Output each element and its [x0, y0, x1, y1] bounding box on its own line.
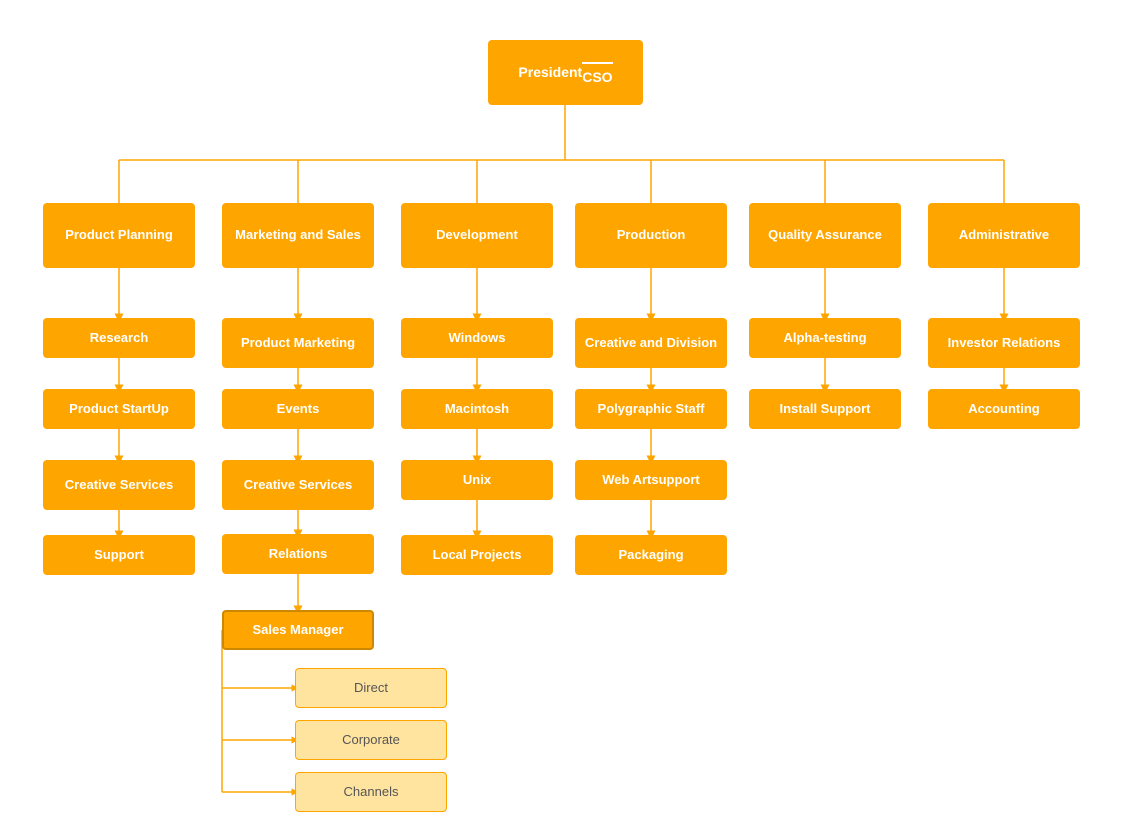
- creative-services-2-node: Creative Services: [222, 460, 374, 510]
- development-node: Development: [401, 203, 553, 268]
- support-node: Support: [43, 535, 195, 575]
- macintosh-node: Macintosh: [401, 389, 553, 429]
- channels-node: Channels: [295, 772, 447, 812]
- creative-services-1-node: Creative Services: [43, 460, 195, 510]
- president-node: PresidentCSO: [488, 40, 643, 105]
- creative-division-node: Creative and Division: [575, 318, 727, 368]
- product-planning-node: Product Planning: [43, 203, 195, 268]
- local-projects-node: Local Projects: [401, 535, 553, 575]
- product-marketing-node: Product Marketing: [222, 318, 374, 368]
- windows-node: Windows: [401, 318, 553, 358]
- packaging-node: Packaging: [575, 535, 727, 575]
- org-chart: PresidentCSO Product Planning Marketing …: [0, 0, 1122, 826]
- quality-assurance-node: Quality Assurance: [749, 203, 901, 268]
- sales-manager-node: Sales Manager: [222, 610, 374, 650]
- product-startup-node: Product StartUp: [43, 389, 195, 429]
- unix-node: Unix: [401, 460, 553, 500]
- alpha-testing-node: Alpha-testing: [749, 318, 901, 358]
- install-support-node: Install Support: [749, 389, 901, 429]
- polygraphic-staff-node: Polygraphic Staff: [575, 389, 727, 429]
- corporate-node: Corporate: [295, 720, 447, 760]
- research-node: Research: [43, 318, 195, 358]
- investor-relations-node: Investor Relations: [928, 318, 1080, 368]
- relations-node: Relations: [222, 534, 374, 574]
- marketing-sales-node: Marketing and Sales: [222, 203, 374, 268]
- accounting-node: Accounting: [928, 389, 1080, 429]
- web-artsupport-node: Web Artsupport: [575, 460, 727, 500]
- direct-node: Direct: [295, 668, 447, 708]
- events-node: Events: [222, 389, 374, 429]
- production-node: Production: [575, 203, 727, 268]
- administrative-node: Administrative: [928, 203, 1080, 268]
